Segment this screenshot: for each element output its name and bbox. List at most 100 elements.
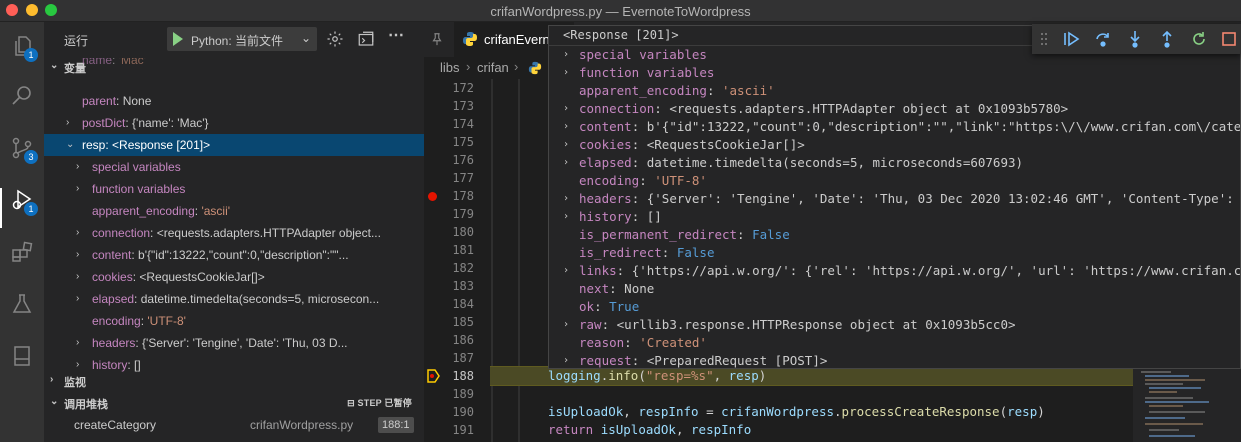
hover-variable-row[interactable]: › history: []	[549, 208, 1240, 226]
chevron-right-icon[interactable]: ›	[563, 118, 569, 136]
python-icon[interactable]	[528, 61, 542, 75]
hover-variable-row[interactable]: › raw: <urllib3.response.HTTPResponse obj…	[549, 316, 1240, 334]
variable-row[interactable]: encoding: 'UTF-8'	[44, 310, 424, 332]
debug-console-icon[interactable]	[357, 30, 375, 48]
debug-toolbar-top: 运行 Python: 当前文件 ⌄ ⋯	[44, 22, 424, 56]
step-out-icon[interactable]	[1158, 30, 1176, 48]
gear-icon[interactable]	[326, 30, 344, 48]
debug-hover-widget[interactable]: <Response [201]> › special variables › func…	[548, 25, 1241, 369]
frame-function-name: createCategory	[74, 418, 157, 432]
run-debug-button[interactable]: 1	[6, 184, 38, 216]
hover-variable-row[interactable]: › request: <PreparedRequest [POST]>	[549, 352, 1240, 368]
callstack-section-header[interactable]: ⌄ 调用堆栈 ⊟ STEP 已暂停	[44, 392, 424, 414]
variable-row[interactable]: apparent_encoding: 'ascii'	[44, 200, 424, 222]
search-button[interactable]	[6, 80, 38, 112]
variable-row[interactable]: › cookies: <RequestsCookieJar[]>	[44, 266, 424, 288]
chevron-right-icon[interactable]: ›	[563, 208, 569, 226]
hover-variable-text: headers: {'Server': 'Tengine', 'Date': '…	[579, 190, 1240, 208]
code-token: respInfo	[638, 404, 699, 419]
chevron-right-icon[interactable]: ›	[563, 100, 569, 118]
hover-variable-row[interactable]: › function variables	[549, 64, 1240, 82]
chevron-right-icon[interactable]: ›	[76, 222, 79, 244]
hover-variable-text: function variables	[579, 64, 714, 82]
hover-variable-row[interactable]: reason: 'Created'	[549, 334, 1240, 352]
chevron-right-icon[interactable]: ›	[76, 156, 79, 178]
variable-row[interactable]: › content: b'{"id":13222,"count":0,"descr…	[44, 244, 424, 266]
hover-variable-row[interactable]: ok: True	[549, 298, 1240, 316]
chevron-right-icon[interactable]: ›	[563, 190, 569, 208]
stop-icon[interactable]	[1220, 30, 1238, 48]
chevron-right-icon[interactable]: ›	[563, 46, 569, 64]
pin-icon[interactable]	[430, 31, 444, 47]
code-token: resp	[728, 368, 759, 383]
minimap[interactable]	[1133, 369, 1241, 442]
chevron-right-icon[interactable]: ›	[563, 136, 569, 154]
chevron-right-icon[interactable]: ›	[563, 316, 569, 334]
variable-row[interactable]: › elapsed: datetime.timedelta(seconds=5, …	[44, 288, 424, 310]
source-control-badge: 3	[24, 150, 38, 164]
step-into-icon[interactable]	[1126, 30, 1144, 48]
hover-variable-row[interactable]: encoding: 'UTF-8'	[549, 172, 1240, 190]
chevron-right-icon[interactable]: ›	[76, 288, 79, 310]
debug-config-name: Python: 当前文件	[191, 34, 284, 48]
debug-config-select[interactable]: Python: 当前文件 ⌄	[167, 27, 317, 51]
notebook-button[interactable]	[6, 340, 38, 372]
code-token: crifanWordpress	[721, 404, 835, 419]
chevron-right-icon[interactable]: ›	[66, 112, 69, 134]
breadcrumb-libs[interactable]: libs	[440, 60, 460, 75]
variable-name: connection	[92, 226, 151, 240]
chevron-right-icon[interactable]: ›	[563, 262, 569, 280]
extensions-button[interactable]	[6, 236, 38, 268]
chevron-right-icon[interactable]: ›	[76, 332, 79, 354]
hover-variable-name: next	[579, 281, 610, 296]
chevron-right-icon[interactable]: ›	[563, 352, 569, 368]
hover-variable-row[interactable]: › headers: {'Server': 'Tengine', 'Date': …	[549, 190, 1240, 208]
chevron-right-icon[interactable]: ›	[563, 64, 569, 82]
chevron-right-icon[interactable]: ›	[76, 244, 79, 266]
hover-variable-row[interactable]: › links: {'https://api.w.org/': {'rel': '…	[549, 262, 1240, 280]
hover-variable-row[interactable]: › connection: <requests.adapters.HTTPAdap…	[549, 100, 1240, 118]
hover-variable-separator: :	[631, 119, 647, 134]
variable-row[interactable]: › headers: {'Server': 'Tengine', 'Date': …	[44, 332, 424, 354]
line-number: 184	[452, 297, 474, 311]
variable-text: headers: {'Server': 'Tengine', 'Date': '…	[92, 332, 348, 354]
testing-button[interactable]	[6, 288, 38, 320]
more-actions-icon[interactable]: ⋯	[388, 25, 406, 44]
variable-text: encoding: 'UTF-8'	[92, 310, 186, 332]
debug-toolbar	[1032, 24, 1241, 54]
hover-variable-row[interactable]: next: None	[549, 280, 1240, 298]
variable-row[interactable]: › function variables	[44, 178, 424, 200]
watch-section-header[interactable]: › 监视	[44, 370, 424, 392]
variable-row[interactable]: ⌄ resp: <Response [201]>	[44, 134, 424, 156]
hover-variable-row[interactable]: apparent_encoding: 'ascii'	[549, 82, 1240, 100]
callstack-frame[interactable]: createCategory crifanWordpress.py 188:1	[44, 414, 424, 436]
hover-variable-row[interactable]: is_redirect: False	[549, 244, 1240, 262]
variable-row[interactable]: name: 'Mac'	[44, 58, 424, 74]
hover-variable-row[interactable]: is_permanent_redirect: False	[549, 226, 1240, 244]
line-number: 174	[452, 117, 474, 131]
chevron-right-icon[interactable]: ›	[563, 154, 569, 172]
breadcrumb-crifan[interactable]: crifan	[477, 60, 509, 75]
hover-variable-row[interactable]: › content: b'{"id":13222,"count":0,"descr…	[549, 118, 1240, 136]
start-debug-icon[interactable]	[173, 32, 183, 46]
variable-row[interactable]: › special variables	[44, 156, 424, 178]
variable-row[interactable]: › connection: <requests.adapters.HTTPAdap…	[44, 222, 424, 244]
drag-handle-icon[interactable]	[1040, 32, 1048, 46]
explorer-button[interactable]: 1	[6, 30, 38, 62]
variable-row[interactable]: › postDict: {'name': 'Mac'}	[44, 112, 424, 134]
hover-variable-name: is_permanent_redirect	[579, 227, 738, 242]
breakpoint-icon[interactable]	[428, 192, 437, 201]
source-control-button[interactable]: 3	[6, 132, 38, 164]
hover-variable-row[interactable]: › cookies: <RequestsCookieJar[]>	[549, 136, 1240, 154]
variable-value: 'Mac'	[118, 58, 146, 67]
step-over-icon[interactable]	[1094, 30, 1112, 48]
hover-variable-separator: :	[706, 83, 722, 98]
hover-variable-row[interactable]: › elapsed: datetime.timedelta(seconds=5, …	[549, 154, 1240, 172]
hover-variable-value: []	[646, 209, 662, 224]
restart-icon[interactable]	[1190, 30, 1208, 48]
variable-row[interactable]: parent: None	[44, 90, 424, 112]
continue-icon[interactable]	[1062, 30, 1080, 48]
chevron-right-icon[interactable]: ›	[76, 266, 79, 288]
chevron-right-icon[interactable]: ›	[76, 178, 79, 200]
chevron-down-icon[interactable]: ⌄	[66, 134, 74, 156]
